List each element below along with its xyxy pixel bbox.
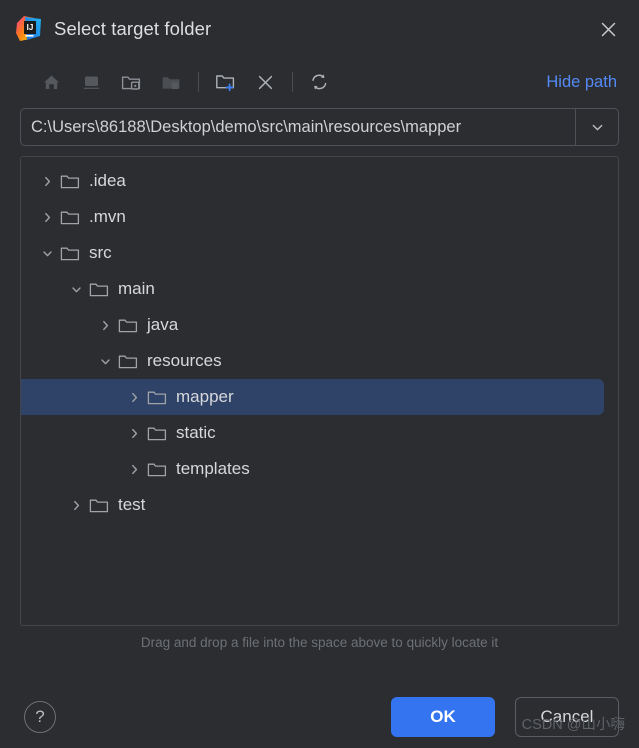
drag-drop-hint: Drag and drop a file into the space abov… (140, 635, 499, 650)
tree-node-label: .idea (89, 171, 126, 190)
tree-node-label: static (176, 423, 216, 442)
tree-node-label: .mvn (89, 207, 126, 226)
refresh-icon[interactable] (302, 66, 336, 98)
hide-path-link[interactable]: Hide path (542, 71, 621, 94)
tree-node-label: test (118, 495, 146, 514)
chevron-down-icon[interactable] (35, 235, 59, 271)
dialog-footer: ? OK Cancel (0, 686, 639, 748)
folder-tree: .idea .mvn src main java resources mapper stati… (21, 157, 618, 523)
tree-node-label: resources (147, 351, 222, 370)
toolbar-divider-2 (292, 72, 293, 92)
chevron-right-icon[interactable] (35, 163, 59, 199)
chevron-right-icon[interactable] (64, 487, 88, 523)
ok-button[interactable]: OK (391, 697, 495, 737)
folder-icon (88, 271, 110, 307)
tree-row[interactable]: src (21, 235, 604, 271)
close-icon[interactable] (591, 12, 625, 46)
tree-row[interactable]: .idea (21, 163, 604, 199)
tree-node-label: main (118, 279, 155, 298)
chevron-right-icon[interactable] (93, 307, 117, 343)
project-folder-icon[interactable] (114, 66, 148, 98)
folder-icon (117, 343, 139, 379)
delete-icon[interactable] (248, 66, 282, 98)
folder-icon (117, 307, 139, 343)
tree-node-label: mapper (176, 387, 234, 406)
new-folder-icon[interactable] (208, 66, 242, 98)
tree-node-label: java (147, 315, 179, 334)
tree-row[interactable]: java (21, 307, 604, 343)
tree-node-label: templates (176, 459, 250, 478)
folder-icon (59, 235, 81, 271)
intellij-idea-logo-icon: IJ (16, 16, 42, 42)
window-title: Select target folder (54, 18, 212, 39)
path-row: C:\Users\86188\Desktop\demo\src\main\res… (20, 108, 619, 146)
path-input[interactable]: C:\Users\86188\Desktop\demo\src\main\res… (20, 108, 575, 146)
tree-row[interactable]: static (21, 415, 604, 451)
tree-node-label: src (89, 243, 112, 262)
chevron-down-icon[interactable] (93, 343, 117, 379)
help-button[interactable]: ? (24, 701, 56, 733)
toolbar-divider (198, 72, 199, 92)
cancel-button[interactable]: Cancel (515, 697, 619, 737)
title-bar: IJ Select target folder (0, 0, 639, 58)
tree-row[interactable]: templates (21, 451, 604, 487)
chevron-right-icon[interactable] (122, 379, 146, 415)
tree-row[interactable]: resources (21, 343, 604, 379)
desktop-icon[interactable] (74, 66, 108, 98)
tree-row[interactable]: main (21, 271, 604, 307)
chevron-down-icon[interactable] (64, 271, 88, 307)
svg-text:IJ: IJ (27, 23, 34, 32)
chevron-right-icon[interactable] (122, 451, 146, 487)
tree-row[interactable]: .mvn (21, 199, 604, 235)
folder-icon (88, 487, 110, 523)
chevron-down-icon[interactable] (575, 108, 619, 146)
folder-tree-panel[interactable]: .idea .mvn src main java resources mapper stati… (20, 156, 619, 626)
tree-row[interactable]: mapper (21, 379, 604, 415)
chevron-right-icon[interactable] (122, 415, 146, 451)
folder-icon (59, 199, 81, 235)
folder-icon (146, 451, 168, 487)
home-icon[interactable] (34, 66, 68, 98)
folder-icon (59, 163, 81, 199)
chevron-right-icon[interactable] (35, 199, 59, 235)
folder-icon (146, 415, 168, 451)
toolbar: Hide path (0, 58, 639, 106)
folder-icon (146, 379, 168, 415)
tree-row[interactable]: test (21, 487, 604, 523)
module-folder-icon (154, 66, 188, 98)
